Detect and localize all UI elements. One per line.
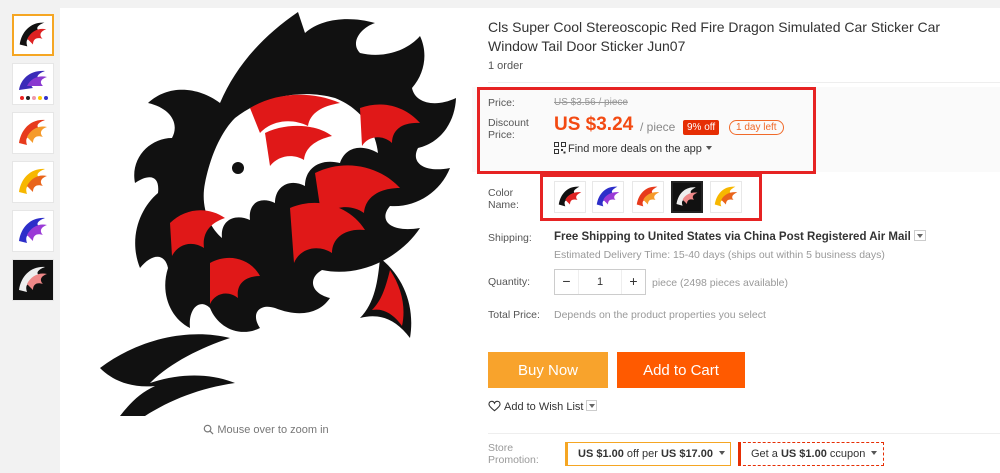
store-coupon-discount[interactable]: US $1.00 off per US $17.00 <box>565 442 731 466</box>
order-count: 1 order <box>488 60 523 72</box>
heart-icon <box>488 400 501 412</box>
quantity-decrease-button[interactable]: − <box>555 270 579 294</box>
coupon-amount: US $1.00 <box>578 448 624 460</box>
shipping-label: Shipping: <box>488 232 532 244</box>
chevron-down-icon <box>871 451 878 455</box>
delivery-estimate: Estimated Delivery Time: 15-40 days (shi… <box>554 249 885 261</box>
coupon-prefix-text: Get a <box>751 448 781 460</box>
coupon-threshold: US $17.00 <box>660 448 713 460</box>
coupon-suffix-text: ccupon <box>826 448 866 460</box>
thumbnail-blue-purple-2[interactable] <box>12 210 54 252</box>
divider <box>488 82 1000 83</box>
thumbnail-black-white[interactable] <box>12 259 54 301</box>
thumbnail-orange-red[interactable] <box>12 112 54 154</box>
quantity-increase-button[interactable]: + <box>621 270 645 294</box>
chevron-down-icon[interactable] <box>913 230 926 241</box>
zoom-hint-text: Mouse over to zoom in <box>217 424 329 436</box>
quantity-input[interactable] <box>580 272 620 292</box>
color-name-label: Color Name: <box>488 187 519 211</box>
quantity-label: Quantity: <box>488 276 531 288</box>
chevron-down-icon[interactable] <box>586 400 598 411</box>
shipping-method[interactable]: Free Shipping to United States via China… <box>554 230 926 243</box>
search-icon <box>204 424 214 435</box>
available-pieces: piece (2498 pieces available) <box>652 277 789 289</box>
highlight-color-box <box>540 174 762 221</box>
get-coupon-button[interactable]: Get a US $1.00 ccupon <box>738 442 884 466</box>
quantity-stepper: − + <box>554 269 646 295</box>
total-price-label: Total Price: <box>488 309 540 321</box>
total-price-value: Depends on the product properties you se… <box>554 309 766 321</box>
thumbnail-strip <box>10 14 58 308</box>
divider <box>488 433 1000 434</box>
chevron-down-icon <box>718 451 725 455</box>
thumbnail-black-red[interactable] <box>12 14 54 56</box>
product-info-panel: Cls Super Cool Stereoscopic Red Fire Dra… <box>472 8 1000 473</box>
main-product-image[interactable]: Mouse over to zoom in <box>60 8 472 473</box>
wish-list-text: Add to Wish List <box>504 401 584 413</box>
add-to-cart-button[interactable]: Add to Cart <box>617 352 745 388</box>
coupon-mid-text: off per <box>623 448 661 460</box>
thumbnail-yellow-orange[interactable] <box>12 161 54 203</box>
buy-now-button[interactable]: Buy Now <box>488 352 608 388</box>
coupon-value: US $1.00 <box>780 448 827 460</box>
highlight-price-box <box>477 87 816 174</box>
zoom-hint: Mouse over to zoom in <box>60 424 472 436</box>
store-promotion-label: Store Promotion: <box>488 442 539 466</box>
shipping-method-text: Free Shipping to United States via China… <box>554 231 911 243</box>
product-title: Cls Super Cool Stereoscopic Red Fire Dra… <box>488 19 941 54</box>
thumbnail-blue-purple[interactable] <box>12 63 54 105</box>
dragon-image <box>100 12 456 416</box>
add-to-wish-list[interactable]: Add to Wish List <box>488 400 598 413</box>
